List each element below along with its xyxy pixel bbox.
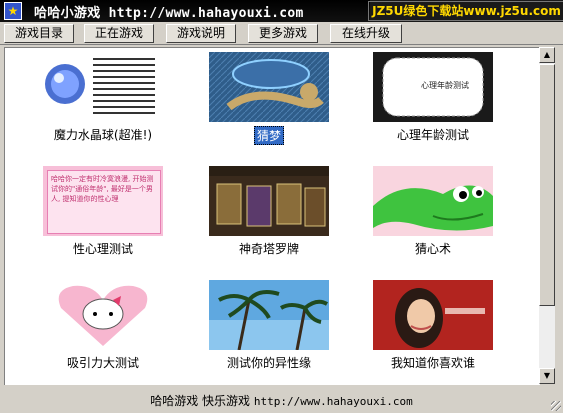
game-label-selected: 猜梦	[253, 126, 284, 145]
scroll-down-arrow-icon[interactable]: ▼	[539, 368, 555, 384]
game-label: 测试你的异性缘	[226, 356, 311, 370]
game-label: 吸引力大测试	[66, 356, 139, 370]
app-star-icon: ★	[4, 2, 22, 20]
game-item-psych-age[interactable]: 心理年龄测试 心理年龄测试	[353, 52, 513, 143]
scroll-up-arrow-icon[interactable]: ▲	[539, 47, 555, 63]
banner-text: JZ5U绿色下载站www.jz5u.com	[368, 1, 563, 21]
game-label: 心理年龄测试	[396, 128, 469, 142]
hello-kitty-thumb	[43, 280, 163, 350]
green-creature-thumb	[373, 166, 493, 236]
palm-trees-thumb	[209, 280, 329, 350]
game-item-crystal-ball[interactable]: 魔力水晶球(超准!)	[23, 52, 183, 143]
psych-age-thumb-text: 心理年龄测试	[421, 81, 469, 90]
scrollbar-thumb[interactable]	[539, 64, 555, 306]
download-site-banner[interactable]: JZ5U绿色下载站www.jz5u.com	[368, 0, 563, 22]
tab-now-playing[interactable]: 正在游戏	[84, 24, 154, 43]
tab-bar: 游戏目录 正在游戏 游戏说明 更多游戏 在线升级	[0, 22, 563, 45]
resize-grip-icon[interactable]	[551, 401, 561, 411]
pink-card-thumb-text: 哈哈你一定有时冷寞浪漫, 开始测试你的"通俗年龄", 最好是一个男人, 提知道你…	[51, 175, 154, 203]
game-item-opposite-sex[interactable]: 测试你的异性缘	[189, 280, 349, 371]
tab-online-update[interactable]: 在线升级	[330, 24, 402, 43]
game-label: 猜心术	[414, 242, 451, 256]
game-item-who-you-like[interactable]: 我知道你喜欢谁	[353, 280, 513, 371]
footer-text: 哈哈游戏 快乐游戏	[150, 394, 251, 408]
game-item-sex-psych[interactable]: 哈哈你一定有时冷寞浪漫, 开始测试你的"通俗年龄", 最好是一个男人, 提知道你…	[23, 166, 183, 257]
crystal-ball-thumb	[43, 52, 163, 122]
vertical-scrollbar[interactable]: ▲ ▼	[539, 47, 555, 384]
game-item-mind-reading[interactable]: 猜心术	[353, 166, 513, 257]
catdog-thumb	[209, 52, 329, 122]
tab-game-catalog[interactable]: 游戏目录	[4, 24, 74, 43]
tab-game-help[interactable]: 游戏说明	[166, 24, 236, 43]
tab-more-games[interactable]: 更多游戏	[248, 24, 318, 43]
window-title: 哈哈小游戏 http://www.hahayouxi.com	[34, 5, 304, 21]
game-item-guess-dream[interactable]: 猜梦	[189, 52, 349, 145]
tarot-thumb	[209, 166, 329, 236]
pink-card-thumb: 哈哈你一定有时冷寞浪漫, 开始测试你的"通俗年龄", 最好是一个男人, 提知道你…	[43, 166, 163, 236]
game-item-tarot[interactable]: 神奇塔罗牌	[189, 166, 349, 257]
footer-url[interactable]: http://www.hahayouxi.com	[254, 395, 413, 408]
game-label: 我知道你喜欢谁	[390, 356, 475, 370]
status-footer: 哈哈游戏 快乐游戏 http://www.hahayouxi.com	[0, 390, 563, 413]
game-label: 性心理测试	[72, 242, 133, 256]
psych-age-thumb: 心理年龄测试	[373, 52, 493, 122]
game-label: 魔力水晶球(超准!)	[53, 128, 153, 142]
game-list: 魔力水晶球(超准!) 猜梦 心理年龄测试 心理年龄测试 哈哈你一定有时冷寞浪漫,…	[4, 47, 540, 385]
game-label: 神奇塔罗牌	[238, 242, 299, 256]
game-item-attraction[interactable]: 吸引力大测试	[23, 280, 183, 371]
title-bar[interactable]: ★ 哈哈小游戏 http://www.hahayouxi.com JZ5U绿色下…	[0, 0, 563, 22]
portrait-thumb	[373, 280, 493, 350]
